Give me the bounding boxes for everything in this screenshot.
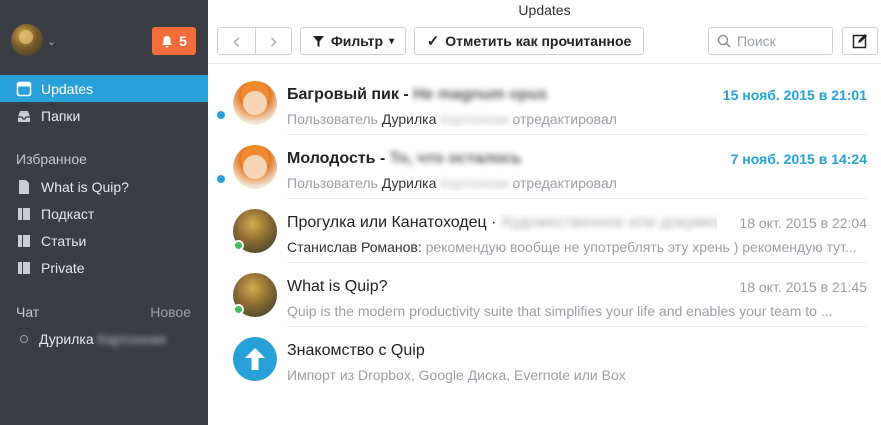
main-panel: Updates ‹ › Фильтр ▾ ✓ Отметить как проч… [208, 0, 881, 425]
update-date: 18 окт. 2015 в 22:04 [739, 215, 867, 231]
update-summary: Станислав Романов: рекомендую вообще не … [287, 239, 857, 255]
folder-icon [18, 234, 30, 247]
folder-icon [18, 207, 30, 220]
update-title: Молодость - То, что осталось [287, 150, 522, 167]
sidebar-item-label: Статьи [41, 232, 87, 249]
sidebar-item-label: What is Quip? [41, 178, 129, 195]
chevron-left-icon: ‹ [232, 28, 241, 53]
chat-title: Чат [16, 304, 40, 320]
chevron-right-icon: › [269, 28, 278, 53]
sidebar-item-label: Подкаст [41, 205, 95, 222]
notifications-button[interactable]: 5 [152, 27, 196, 55]
sidebar-item-articles[interactable]: Статьи [0, 227, 208, 254]
compose-icon [852, 34, 867, 49]
sidebar-item-private[interactable]: Private [0, 254, 208, 281]
update-row[interactable]: Знакомство с Quip Импорт из Dropbox, Goo… [208, 327, 881, 391]
sidebar-item-what-is-quip[interactable]: What is Quip? [0, 173, 208, 200]
unread-dot [217, 111, 225, 119]
search-input[interactable] [737, 33, 827, 49]
status-ring-icon [20, 335, 28, 343]
update-row[interactable]: Багровый пик - Не magnum opus 15 нояб. 2… [208, 71, 881, 135]
back-button[interactable]: ‹ [217, 27, 255, 55]
avatar [233, 81, 277, 125]
mark-read-label: Отметить как прочитанное [445, 33, 632, 49]
chat-user-name: Дурилка [39, 331, 94, 347]
toolbar-divider [208, 63, 881, 64]
update-date: 18 окт. 2015 в 21:45 [739, 279, 867, 295]
update-title: Знакомство с Quip [287, 342, 425, 359]
update-row[interactable]: Прогулка или Канатоходец · Художественно… [208, 199, 881, 263]
search-icon [717, 34, 731, 48]
update-summary: Пользователь Дурилка Картонная отредакти… [287, 111, 617, 127]
update-row[interactable]: What is Quip? 18 окт. 2015 в 21:45 Quip … [208, 263, 881, 327]
search-box[interactable] [708, 27, 833, 55]
update-title: Прогулка или Канатоходец · Художественно… [287, 214, 717, 231]
compose-button[interactable] [842, 27, 878, 55]
update-date: 15 нояб. 2015 в 21:01 [722, 87, 867, 103]
sidebar-header: ⌄ 5 [0, 0, 208, 74]
sidebar-item-label: Updates [41, 80, 94, 97]
checkmark-icon: ✓ [426, 33, 440, 50]
update-date: 7 нояб. 2015 в 14:24 [730, 151, 867, 167]
sidebar: ⌄ 5 Updates Папки Избранное What is Quip… [0, 0, 208, 425]
inbox-icon [18, 110, 30, 122]
chevron-down-icon[interactable]: ⌄ [47, 35, 56, 48]
new-chat-button[interactable]: Новое [150, 304, 191, 320]
filter-icon [312, 35, 324, 47]
avatar [233, 209, 277, 253]
notification-count: 5 [179, 33, 187, 49]
update-summary: Импорт из Dropbox, Google Диска, Evernot… [287, 367, 626, 383]
updates-icon [16, 81, 32, 96]
online-status-icon [233, 304, 244, 315]
sidebar-item-label: Папки [41, 107, 81, 124]
sidebar-item-folders[interactable]: Папки [0, 102, 208, 129]
document-icon [19, 179, 29, 194]
sidebar-item-label: Private [41, 259, 85, 276]
update-title: Багровый пик - Не magnum opus [287, 86, 548, 103]
sidebar-item-podcast[interactable]: Подкаст [0, 200, 208, 227]
page-title: Updates [518, 2, 571, 18]
sidebar-item-updates[interactable]: Updates [0, 75, 208, 102]
filter-button[interactable]: Фильтр ▾ [300, 27, 406, 55]
folder-icon [18, 261, 30, 274]
chevron-down-icon: ▾ [389, 35, 395, 47]
chat-user-surname: Картонная [97, 331, 166, 347]
quip-logo [233, 337, 277, 381]
update-summary: Quip is the modern productivity suite th… [287, 303, 833, 319]
mark-read-button[interactable]: ✓ Отметить как прочитанное [414, 27, 644, 55]
arrow-up-icon [245, 348, 265, 370]
forward-button[interactable]: › [255, 27, 292, 55]
bell-icon [162, 35, 173, 47]
chat-user-item[interactable]: Дурилка Картонная [20, 331, 166, 347]
filter-label: Фильтр [330, 33, 384, 49]
update-title: What is Quip? [287, 278, 388, 295]
update-row[interactable]: Молодость - То, что осталось 7 нояб. 201… [208, 135, 881, 199]
online-status-icon [233, 240, 244, 251]
avatar [233, 145, 277, 189]
update-summary: Пользователь Дурилка Картонная отредакти… [287, 175, 617, 191]
unread-dot [217, 175, 225, 183]
user-avatar[interactable] [11, 24, 43, 56]
avatar [233, 273, 277, 317]
favorites-title: Избранное [16, 151, 87, 167]
